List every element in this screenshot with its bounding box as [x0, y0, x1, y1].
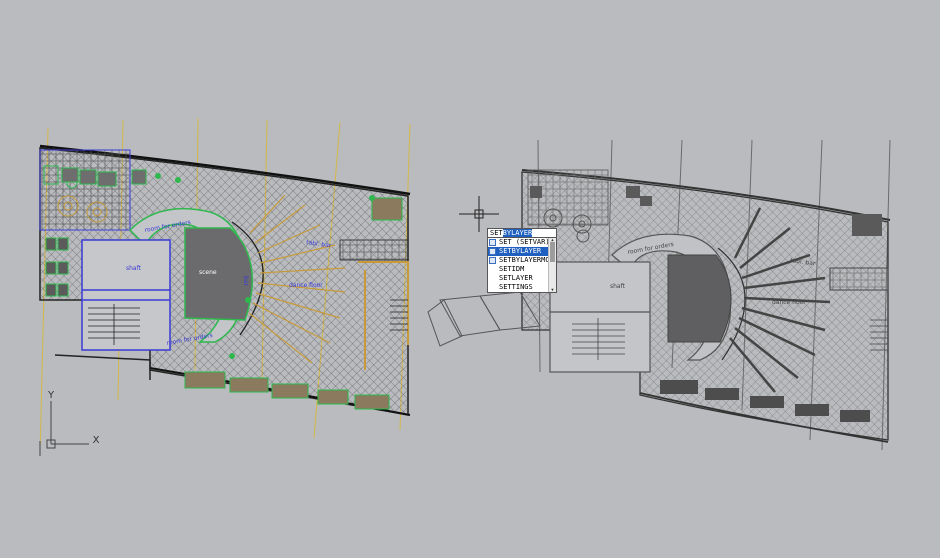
- scroll-down-icon[interactable]: ▼: [549, 288, 556, 292]
- label-shaft-left: shaft: [126, 265, 142, 272]
- suggestion-item[interactable]: SETBYLAYERMODE: [488, 256, 548, 265]
- ucs-icon: [39, 401, 89, 456]
- label-bar-left: bar: [242, 276, 249, 286]
- suggestion-item[interactable]: SETIDM: [488, 265, 548, 274]
- stage-right: [667, 254, 732, 343]
- suggestion-list[interactable]: SET (SETVAR) SETBYLAYER SETBYLAYERMODE S…: [487, 238, 557, 293]
- stage[interactable]: [184, 227, 254, 321]
- label-shaft-right: shaft: [610, 283, 626, 290]
- label-dance-floor-right: dance floor: [772, 299, 806, 306]
- command-input[interactable]: SETBYLAYER: [487, 228, 557, 238]
- tile-area-left: [39, 149, 131, 231]
- command-typed-text: SET: [490, 229, 503, 237]
- bar-tile-zone-right: [829, 267, 889, 291]
- suggestion-item[interactable]: SETLAYER: [488, 274, 548, 283]
- lounge-set: [371, 197, 403, 221]
- crosshair-cursor: [459, 196, 499, 232]
- label-dance-floor-left: dance floor: [289, 282, 323, 289]
- variable-icon: [489, 257, 496, 264]
- label-scene-left: scene: [199, 269, 217, 276]
- floorplan-left[interactable]: room for orders shaft scene bar tabl. ba…: [39, 117, 411, 455]
- suggestion-item[interactable]: SET (SETVAR): [488, 238, 548, 247]
- suggestion-item-selected[interactable]: SETBYLAYER: [488, 247, 548, 256]
- command-autocomplete-text: BYLAYER: [502, 229, 533, 237]
- bar-tile-zone: [339, 239, 409, 261]
- floorplan-right[interactable]: room for orders shaft tabl. bar dance fl…: [427, 139, 891, 451]
- shaft-block-right: [549, 261, 651, 373]
- scrollbar-thumb[interactable]: [550, 242, 555, 262]
- command-icon: [489, 248, 496, 255]
- ucs-y-label: Y: [47, 390, 55, 401]
- ucs-x-label: X: [93, 435, 100, 446]
- command-icon: [489, 239, 496, 246]
- command-autocomplete-popup[interactable]: SETBYLAYER SET (SETVAR) SETBYLAYER SETBY…: [487, 228, 557, 293]
- suggestion-item[interactable]: SETTINGS: [488, 283, 548, 292]
- drawing-canvas[interactable]: room for orders shaft scene bar tabl. ba…: [0, 0, 940, 558]
- suggestion-scrollbar[interactable]: ▲ ▼: [548, 238, 556, 292]
- shaft-block: [81, 239, 171, 351]
